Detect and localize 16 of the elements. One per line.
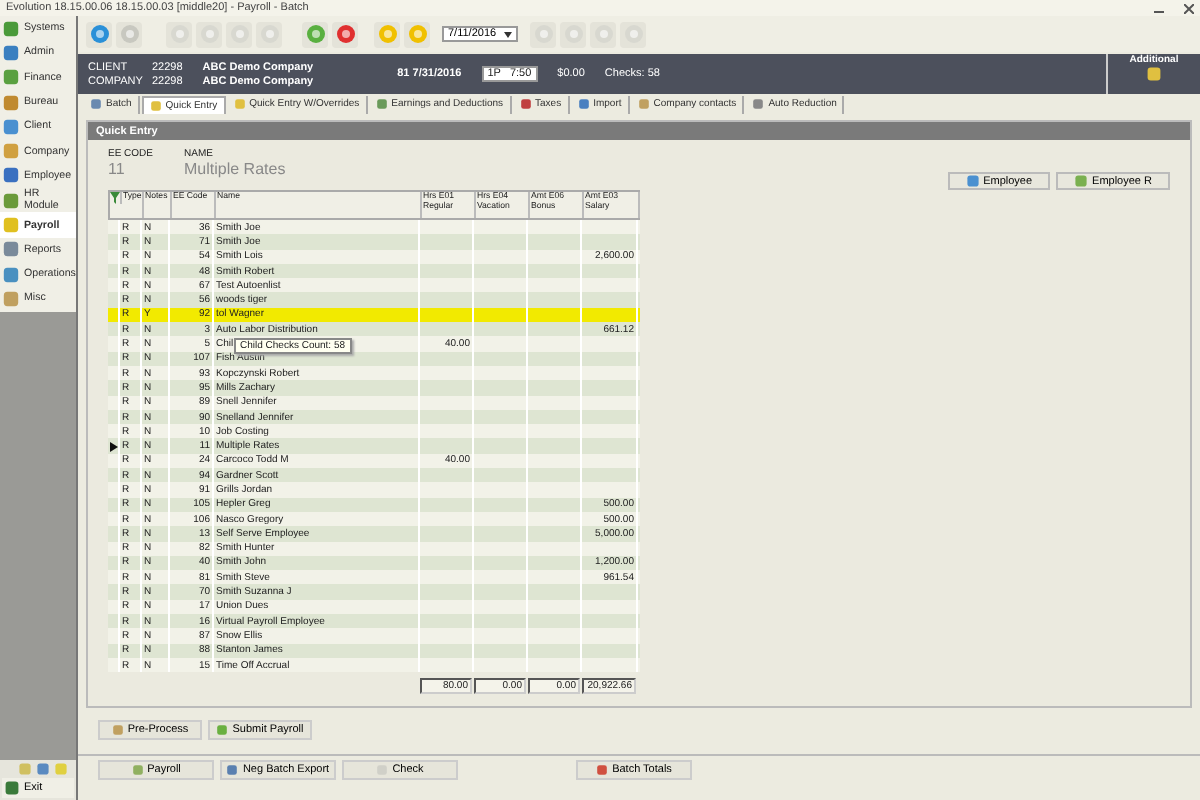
ee-code: 11 [108, 160, 127, 178]
employee-name: Multiple Rates [184, 160, 286, 178]
caret-icon [504, 31, 512, 37]
tab-icon [375, 98, 388, 110]
tab-icon [233, 98, 246, 110]
tab-icon [149, 99, 162, 111]
filter-icon[interactable] [110, 192, 122, 204]
tab-icon [637, 98, 650, 110]
tab-icon [519, 98, 532, 110]
tab-icon [752, 98, 765, 110]
tab-icon [90, 98, 102, 110]
toolbar-button[interactable] [86, 21, 112, 47]
toolbar-button[interactable] [302, 21, 328, 47]
toolbar-button[interactable] [332, 21, 358, 47]
tab-icon [577, 98, 590, 110]
close-icon[interactable] [1184, 3, 1194, 13]
